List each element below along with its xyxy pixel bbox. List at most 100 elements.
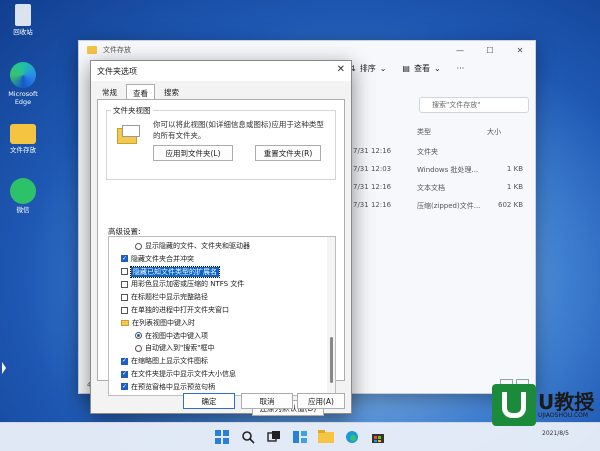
radio-button[interactable] xyxy=(135,344,142,352)
view-label: 查看 xyxy=(413,64,430,73)
advanced-setting-label: 在预览窗格中显示预览句柄 xyxy=(131,382,215,391)
checkbox[interactable]: ✓ xyxy=(121,357,128,365)
checkbox[interactable] xyxy=(121,268,128,276)
ok-button[interactable]: 确定 xyxy=(183,393,235,409)
column-header-size[interactable]: 大小 xyxy=(487,127,501,137)
file-date: 7/31 12:16 xyxy=(353,147,392,155)
desktop-icon-edge[interactable]: Microsoft Edge xyxy=(4,62,42,106)
brand-url: UJIAOSHOU.COM xyxy=(538,412,589,419)
advanced-setting-item[interactable]: 在单独的进程中打开文件夹窗口 xyxy=(121,304,229,316)
search-icon[interactable] xyxy=(240,429,256,445)
advanced-setting-label: 自动键入到"搜索"框中 xyxy=(145,344,215,353)
advanced-setting-item[interactable]: ✓ 在缩略图上显示文件图标 xyxy=(121,355,208,367)
close-button[interactable]: ✕ xyxy=(505,41,535,59)
sort-button[interactable]: ⇅ 排序 ⌄ xyxy=(349,63,386,74)
folder-view-description: 你可以将此视图(如详细信息或图标)应用于这种类型的所有文件夹。 xyxy=(153,120,324,140)
advanced-settings-scrollbar[interactable] xyxy=(327,237,335,395)
brand-name: U教授 xyxy=(538,390,595,414)
apply-to-folders-button[interactable]: 应用到文件夹(L) xyxy=(153,145,233,161)
more-options-button[interactable]: ··· xyxy=(457,64,465,73)
brand-watermark: U教授 UJIAOSHOU.COM 2021/8/5 xyxy=(492,384,596,438)
file-type: 文件夹 xyxy=(417,148,438,156)
explorer-title: 文件存放 xyxy=(103,46,131,54)
file-date: 7/31 12:16 xyxy=(353,183,392,191)
folder-view-group-label: 文件夹视图 xyxy=(111,105,153,116)
desktop-icon-recycle-bin[interactable]: 回收站 xyxy=(4,4,42,36)
wechat-icon xyxy=(10,178,36,204)
folder-view-icon xyxy=(117,125,140,144)
checkbox[interactable]: ✓ xyxy=(121,383,128,391)
desktop-icon-folder[interactable]: 文件存放 xyxy=(4,120,42,154)
radio-button[interactable] xyxy=(135,332,142,340)
advanced-setting-label: 在列表视图中键入时 xyxy=(132,318,195,327)
advanced-setting-item[interactable]: 用彩色显示加密或压缩的 NTFS 文件 xyxy=(121,278,244,290)
dialog-close-button[interactable]: ✕ xyxy=(337,64,345,75)
advanced-setting-item[interactable]: 在视图中选中键入项 xyxy=(135,330,208,342)
advanced-setting-item[interactable]: 隐藏已知文件类型的扩展名 xyxy=(121,265,220,278)
folder-options-dialog: 文件夹选项 ✕ 常规 查看 搜索 文件夹视图 你可以将此视图(如详细信息或图标)… xyxy=(90,60,352,416)
explorer-titlebar: 文件存放 — ☐ ✕ xyxy=(79,41,535,59)
advanced-setting-item[interactable]: 自动键入到"搜索"框中 xyxy=(135,342,214,354)
tab-panel-view: 文件夹视图 你可以将此视图(如详细信息或图标)应用于这种类型的所有文件夹。 应用… xyxy=(97,99,345,416)
file-date: 7/31 12:03 xyxy=(353,165,392,173)
checkbox[interactable] xyxy=(121,293,128,301)
maximize-button[interactable]: ☐ xyxy=(475,41,505,59)
advanced-setting-label: 在文件夹提示中显示文件大小信息 xyxy=(131,370,236,378)
desktop-icon-label: 回收站 xyxy=(13,28,33,36)
brand-logo-icon xyxy=(492,384,536,426)
reset-folders-button[interactable]: 重置文件夹(R) xyxy=(255,145,321,161)
radio-button[interactable] xyxy=(135,242,142,250)
advanced-setting-label: 显示隐藏的文件、文件夹和驱动器 xyxy=(145,242,250,250)
edge-icon[interactable] xyxy=(344,429,360,445)
start-icon[interactable] xyxy=(214,429,230,445)
advanced-setting-item[interactable]: 在标题栏中显示完整路径 xyxy=(121,291,208,303)
chevron-down-icon: ⌄ xyxy=(379,64,387,73)
advanced-setting-item[interactable]: 在列表视图中键入时 xyxy=(121,317,195,329)
file-explorer-icon[interactable] xyxy=(318,429,334,445)
desktop-icon-label: 微信 xyxy=(16,206,30,214)
cancel-button[interactable]: 取消 xyxy=(241,393,293,409)
folder-icon xyxy=(87,46,97,54)
desktop-icon-wechat[interactable]: 微信 xyxy=(4,178,42,214)
desktop-icon-label: Microsoft Edge xyxy=(8,90,38,106)
edge-icon xyxy=(10,62,36,88)
watermark-date: 2021/8/5 xyxy=(542,430,569,437)
minimize-button[interactable]: — xyxy=(445,41,475,59)
checkbox[interactable]: ✓ xyxy=(121,370,128,378)
advanced-setting-item[interactable]: ✓ 在文件夹提示中显示文件大小信息 xyxy=(121,368,236,380)
checkbox[interactable] xyxy=(121,306,128,314)
advanced-setting-item[interactable]: ✓ 在预览窗格中显示预览句柄 xyxy=(121,381,215,393)
file-size: 602 KB xyxy=(498,201,523,209)
chevron-down-icon: ⌄ xyxy=(433,64,441,73)
checkbox[interactable]: ✓ xyxy=(121,255,128,263)
file-date: 7/31 12:16 xyxy=(353,201,392,209)
mouse-cursor xyxy=(2,362,6,374)
advanced-setting-label: 用彩色显示加密或压缩的 NTFS 文件 xyxy=(131,280,245,289)
dialog-titlebar: 文件夹选项 ✕ xyxy=(91,61,351,81)
view-button[interactable]: ▤ 查看 ⌄ xyxy=(402,63,440,74)
view-icon: ▤ xyxy=(402,64,410,73)
advanced-setting-label: 隐藏已知文件类型的扩展名 xyxy=(130,265,220,278)
advanced-setting-label: 在缩略图上显示文件图标 xyxy=(131,357,208,366)
scrollbar-thumb[interactable] xyxy=(330,337,333,383)
column-header-type[interactable]: 类型 xyxy=(417,127,431,137)
file-type: 压缩(zipped)文件... xyxy=(417,202,481,210)
desktop-icon-label: 文件存放 xyxy=(10,146,36,154)
file-type: Windows 批处理... xyxy=(417,166,479,174)
advanced-setting-label: 在标题栏中显示完整路径 xyxy=(131,293,208,302)
advanced-setting-label: 在视图中选中键入项 xyxy=(145,331,208,340)
checkbox[interactable] xyxy=(121,280,128,288)
explorer-toolbar: ⇅ 排序 ⌄ ▤ 查看 ⌄ ··· xyxy=(349,63,464,74)
file-size: 1 KB xyxy=(506,165,523,173)
advanced-settings-list[interactable]: ✓ 在预览窗格中显示预览句柄 ✓ 在文件夹提示中显示文件大小信息 ✓ 在缩略图上显示文件图… xyxy=(108,236,336,396)
advanced-setting-item[interactable]: ✓ 隐藏文件夹合并冲突 xyxy=(121,253,194,265)
store-icon[interactable] xyxy=(370,429,386,445)
task-view-icon[interactable] xyxy=(266,429,282,445)
advanced-setting-item[interactable]: 显示隐藏的文件、文件夹和驱动器 xyxy=(135,240,250,252)
dialog-title: 文件夹选项 xyxy=(97,66,137,76)
widgets-icon[interactable] xyxy=(292,429,308,445)
folder-icon xyxy=(10,124,36,144)
search-input[interactable]: 搜索"文件存放" xyxy=(419,97,529,113)
file-type: 文本文档 xyxy=(417,184,445,192)
apply-button[interactable]: 应用(A) xyxy=(297,393,345,409)
